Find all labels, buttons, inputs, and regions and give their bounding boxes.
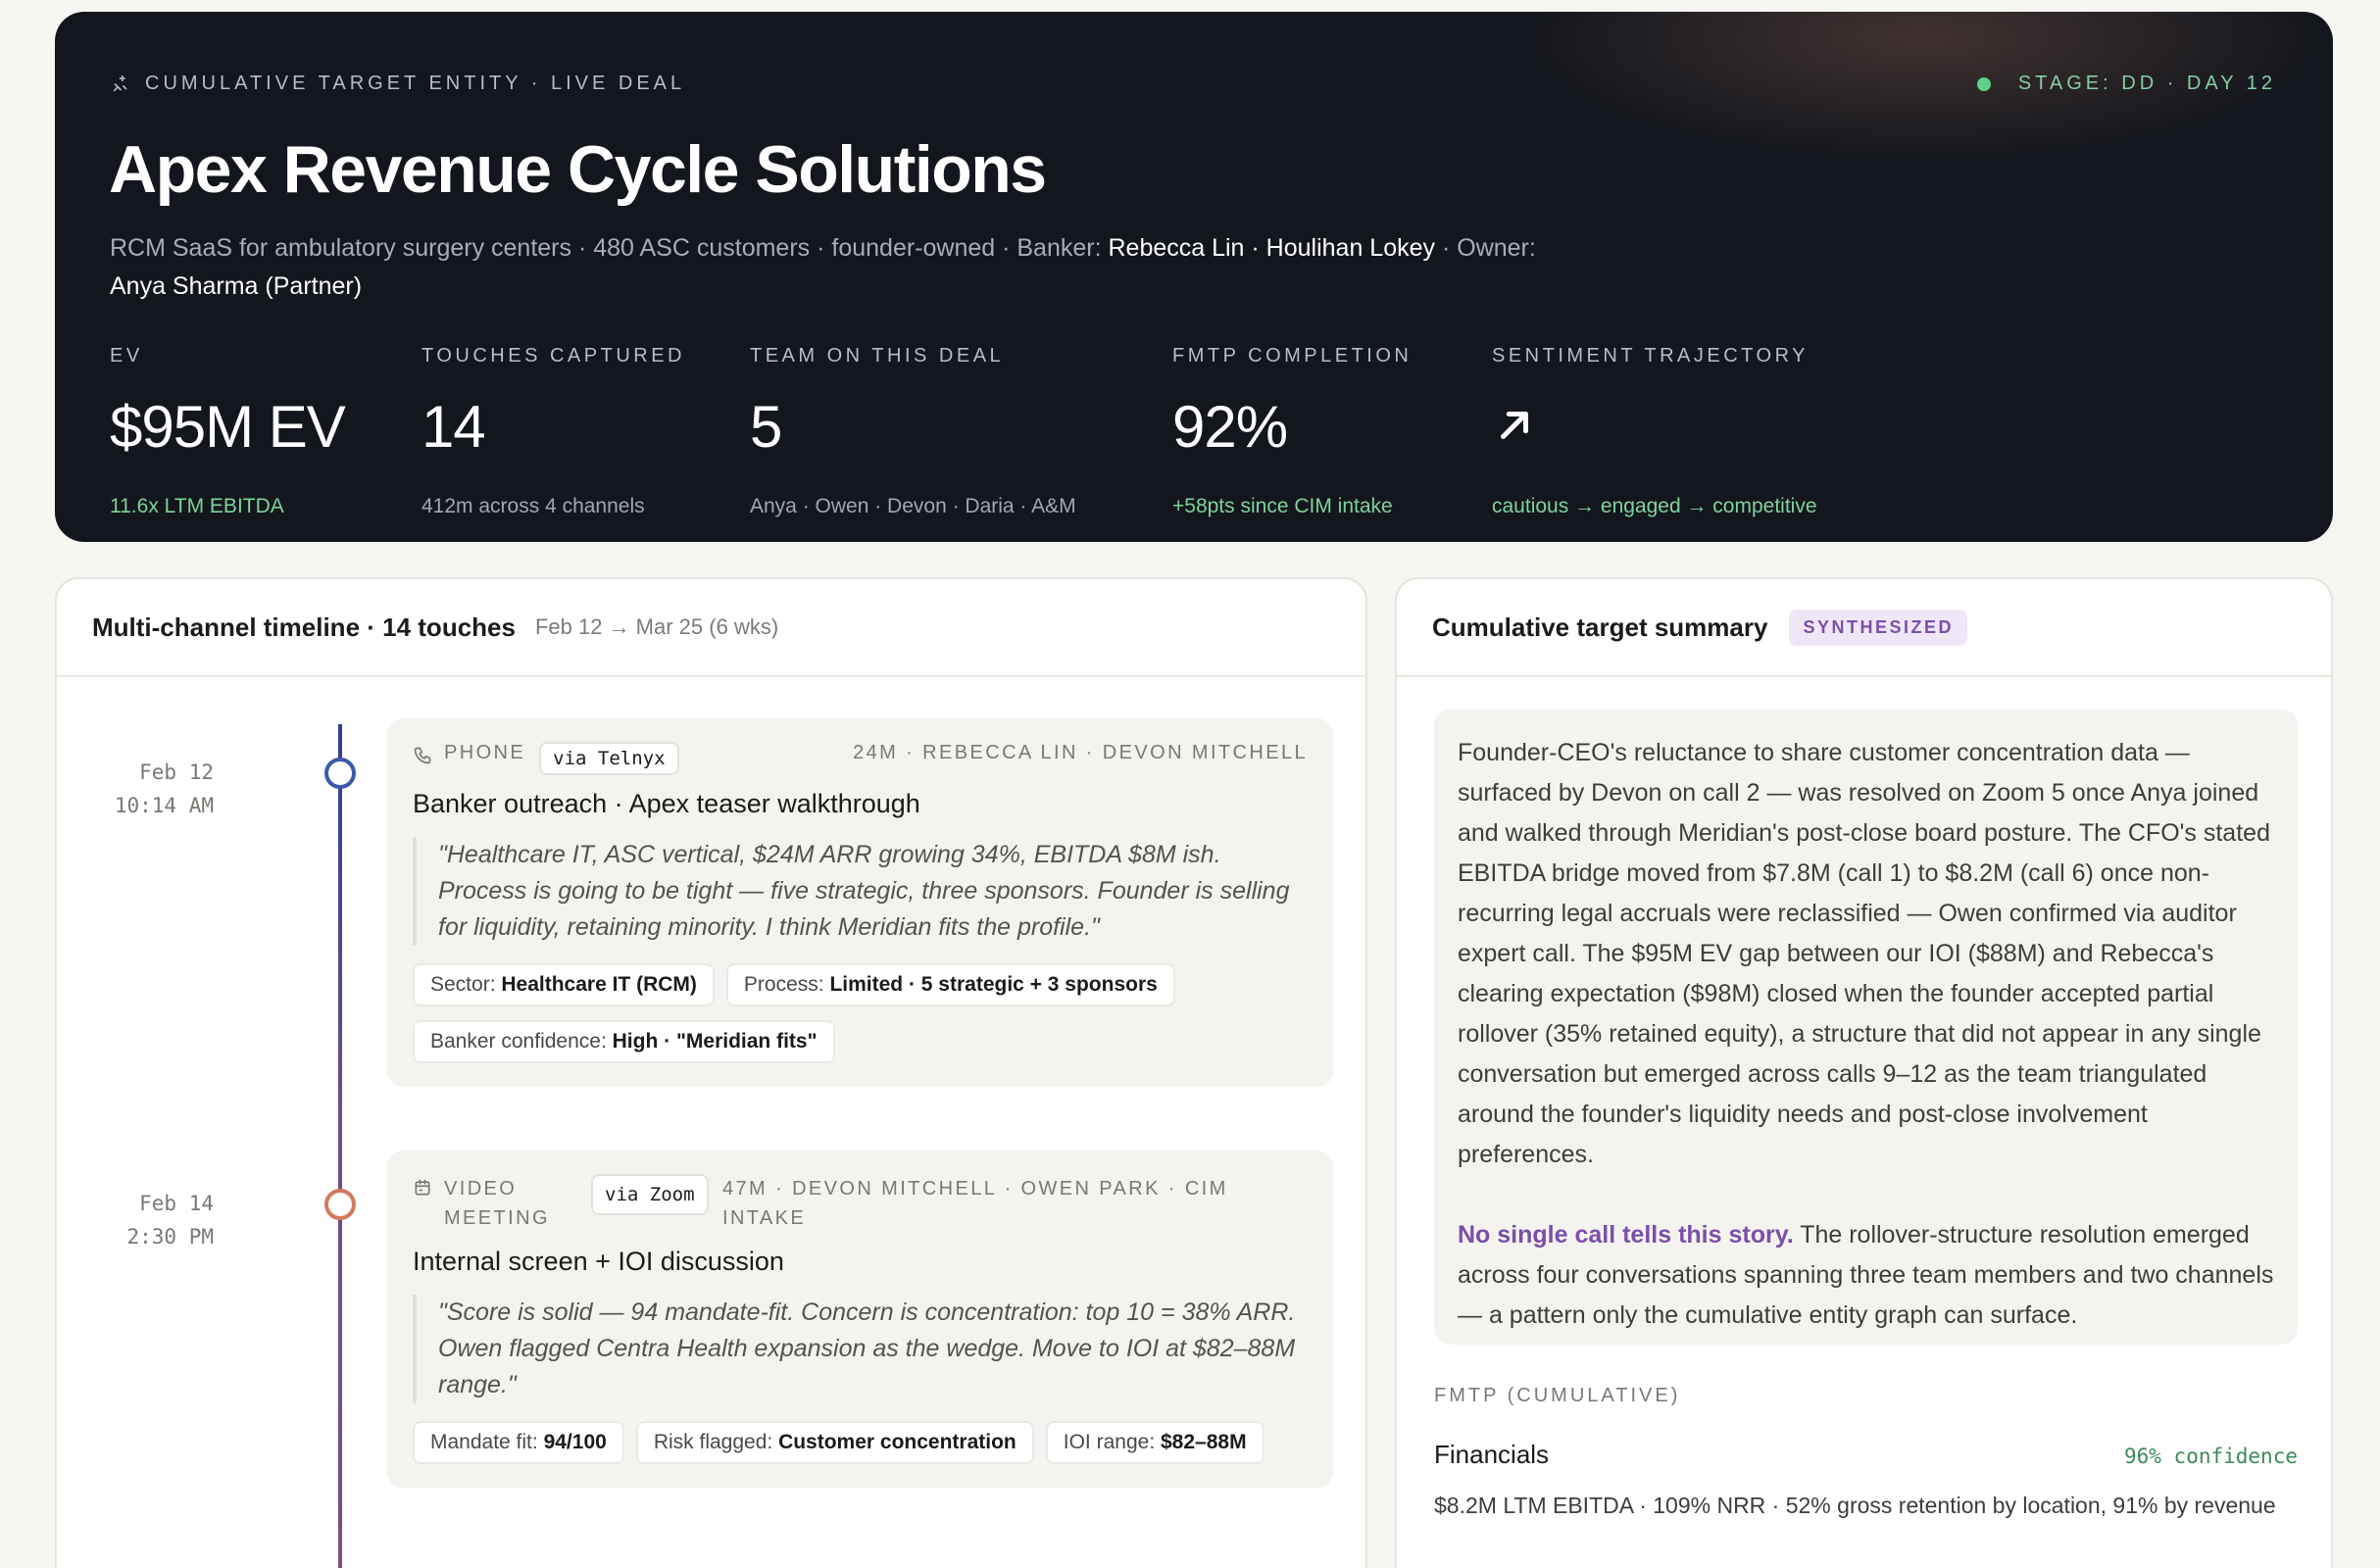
metric-value: 5 (750, 394, 782, 460)
metric-fmtp: FMTP completion 92% +58pts since CIM int… (1172, 345, 1412, 518)
owner-name: Anya Sharma (Partner) (110, 272, 363, 300)
tag-key: Mandate fit: (430, 1431, 538, 1453)
touch-via-badge: via Zoom (591, 1174, 709, 1215)
company-description: RCM SaaS for ambulatory surgery centers … (110, 234, 1109, 262)
metric-label: FMTP completion (1172, 345, 1413, 367)
deal-stage-text: Stage: DD · Day 12 (2017, 73, 2276, 94)
tag-value: High · "Meridian fits" (612, 1030, 818, 1053)
deal-hero-card: Cumulative target entity · Live deal Sta… (55, 12, 2333, 542)
tag-key: IOI range: (1063, 1431, 1156, 1453)
touch-tag: Process: Limited · 5 strategic + 3 spons… (725, 963, 1175, 1006)
summary-title: Cumulative target summary (1432, 612, 1768, 642)
summary-paragraph: Founder-CEO's reluctance to share custom… (1458, 739, 2270, 1168)
touch-time: 2:30 PM (126, 1225, 214, 1249)
touch-timestamp: Feb 12 10:14 AM (115, 756, 214, 822)
tag-key: Sector: (430, 973, 496, 996)
touch-tag: Banker confidence: High · "Meridian fits… (413, 1020, 835, 1063)
timeline-header: Multi-channel timeline · 14 touches Feb … (57, 579, 1365, 677)
stage-status-dot (1976, 76, 1991, 91)
metric-value: 92% (1172, 394, 1288, 460)
tag-value: Customer concentration (778, 1431, 1016, 1453)
metric-value: 14 (421, 394, 486, 460)
touch-tags: Mandate fit: 94/100 Risk flagged: Custom… (413, 1421, 1308, 1464)
arrow-up-right-icon (1501, 412, 1528, 439)
metric-note: Anya · Owen · Devon · Daria · A&M (750, 495, 1076, 517)
fmtp-section-label: FMTP (cumulative) (1434, 1385, 1681, 1406)
banker-name: Rebecca Lin · Houlihan Lokey (1108, 234, 1436, 262)
tag-key: Banker confidence: (430, 1030, 607, 1053)
touch-card[interactable]: Video meeting via Zoom 47m · Devon Mitch… (387, 1151, 1333, 1488)
metric-sentiment: Sentiment trajectory cautious → engaged … (1492, 345, 1817, 518)
tag-value: Limited · 5 strategic + 3 sponsors (829, 973, 1158, 996)
metric-label: Team on this deal (750, 345, 1005, 367)
touch-channel-label: Phone (444, 742, 526, 763)
tag-value: Healthcare IT (RCM) (501, 973, 697, 996)
tag-value: $82–88M (1161, 1431, 1247, 1453)
timeline-node[interactable] (324, 1189, 356, 1220)
metric-team: Team on this deal 5 Anya · Owen · Devon … (750, 345, 1076, 518)
timeline-title: Multi-channel timeline · 14 touches (92, 612, 516, 642)
touch-tag: IOI range: $82–88M (1045, 1421, 1264, 1464)
synthesized-badge: SYNTHESIZED (1789, 609, 1967, 646)
company-subtitle: RCM SaaS for ambulatory surgery centers … (110, 229, 1561, 306)
timeline-panel: Multi-channel timeline · 14 touches Feb … (55, 577, 1367, 1568)
touch-channel: Video meeting (413, 1174, 579, 1233)
hero-eyebrow-text: Cumulative target entity · Live deal (145, 73, 686, 94)
hero-glow (1255, 12, 2333, 267)
metric-ev: EV $95M EV 11.6x LTM EBITDA (110, 345, 346, 518)
touch-card[interactable]: Phone via Telnyx 24m · Rebecca Lin · Dev… (387, 718, 1333, 1087)
metric-note: 412m across 4 channels (421, 495, 645, 517)
owner-label: · Owner: (1435, 234, 1536, 262)
touch-duration-participants: 47m · Devon Mitchell · Owen Park · CIM i… (722, 1178, 1228, 1229)
touch-title: Banker outreach · Apex teaser walkthroug… (413, 789, 920, 818)
metric-label: Touches captured (421, 345, 685, 367)
fmtp-financials-row[interactable]: Financials 96% confidence (1434, 1440, 2298, 1470)
touch-time: 10:14 AM (114, 794, 214, 817)
touch-meta: Phone via Telnyx 24m · Rebecca Lin · Dev… (413, 742, 1308, 775)
metric-touches: Touches captured 14 412m across 4 channe… (421, 345, 685, 518)
summary-emphasis: No single call tells this story. (1458, 1221, 1794, 1249)
hero-eyebrow: Cumulative target entity · Live deal (110, 73, 685, 95)
summary-header: Cumulative target summary SYNTHESIZED (1397, 579, 2331, 677)
tag-value: 94/100 (543, 1431, 607, 1453)
metric-label: EV (110, 345, 143, 367)
tag-key: Process: (743, 973, 824, 996)
metric-label: Sentiment trajectory (1492, 345, 1810, 367)
phone-icon (414, 747, 431, 764)
touch-meta: Video meeting via Zoom 47m · Devon Mitch… (413, 1174, 1308, 1233)
timeline-node[interactable] (324, 758, 356, 789)
metric-note: 11.6x LTM EBITDA (110, 495, 284, 517)
touch-quote: "Healthcare IT, ASC vertical, $24M ARR g… (413, 837, 1308, 946)
summary-narrative: Founder-CEO's reluctance to share custom… (1434, 710, 2298, 1345)
touch-channel: Phone (413, 742, 525, 765)
touch-tag: Sector: Healthcare IT (RCM) (413, 963, 715, 1006)
metric-note: +58pts since CIM intake (1172, 495, 1393, 517)
metric-note: cautious → engaged → competitive (1492, 495, 1817, 517)
financials-title: Financials (1434, 1440, 1550, 1469)
touch-quote: "Score is solid — 94 mandate-fit. Concer… (413, 1295, 1308, 1403)
deal-stage-indicator: Stage: DD · Day 12 (1976, 73, 2276, 95)
summary-panel: Cumulative target summary SYNTHESIZED Fo… (1395, 577, 2333, 1568)
calendar-icon (415, 1179, 430, 1196)
summary-insight: No single call tells this story. The rol… (1458, 1215, 2274, 1336)
touch-duration-participants: 24m · Rebecca Lin · Devon Mitchell (853, 742, 1308, 763)
touch-tags: Sector: Healthcare IT (RCM) Process: Lim… (413, 963, 1308, 1063)
tag-key: Risk flagged: (653, 1431, 773, 1453)
touch-via-badge: via Telnyx (539, 742, 679, 775)
company-title: Apex Revenue Cycle Solutions (109, 132, 1047, 207)
metric-value: $95M EV (110, 394, 346, 460)
timeline-track (338, 724, 342, 1568)
financials-confidence: 96% confidence (2123, 1445, 2298, 1468)
metric-value (1492, 393, 1817, 462)
timeline-date-range: Feb 12 → Mar 25 (6 wks) (534, 614, 779, 639)
sparkle-icon (113, 74, 127, 91)
touch-date: Feb 14 (139, 1192, 214, 1215)
touch-tag: Mandate fit: 94/100 (413, 1421, 624, 1464)
touch-tag: Risk flagged: Customer concentration (635, 1421, 1034, 1464)
touch-channel-label: Video meeting (444, 1178, 550, 1229)
touch-date: Feb 12 (139, 760, 214, 784)
financials-detail: $8.2M LTM EBITDA · 109% NRR · 52% gross … (1434, 1493, 2276, 1518)
touch-title: Internal screen + IOI discussion (413, 1247, 784, 1276)
touch-timestamp: Feb 14 2:30 PM (126, 1187, 214, 1253)
